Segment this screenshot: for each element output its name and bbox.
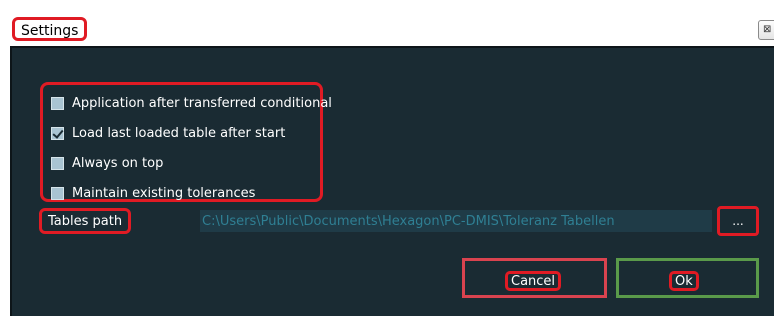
option-always-on-top[interactable]: Always on top (51, 153, 163, 173)
tables-path-input[interactable] (200, 210, 712, 232)
browse-button[interactable]: ... (717, 206, 759, 236)
tables-path-label: Tables path (39, 208, 132, 234)
options-group: Application after transferred conditiona… (40, 82, 332, 203)
title-bar: Settings ⊠ (0, 0, 774, 46)
option-label: Load last loaded table after start (72, 125, 286, 141)
option-maintain-tolerances[interactable]: Maintain existing tolerances (51, 183, 255, 203)
ok-button-label: Ok (669, 271, 699, 291)
option-label: Maintain existing tolerances (72, 185, 256, 201)
checkbox-application-after-transfer[interactable] (51, 96, 64, 110)
option-application-after-transfer[interactable]: Application after transferred conditiona… (51, 93, 332, 113)
window-title: Settings (12, 17, 88, 41)
option-load-last-table[interactable]: Load last loaded table after start (51, 123, 285, 143)
checkbox-maintain-tolerances[interactable] (51, 186, 64, 200)
close-icon[interactable]: ⊠ (758, 20, 774, 40)
ok-button[interactable]: Ok (616, 258, 759, 298)
cancel-button[interactable]: Cancel (462, 258, 607, 298)
option-label: Always on top (72, 155, 164, 171)
checkbox-always-on-top[interactable] (51, 156, 64, 170)
dialog-body: Application after transferred conditiona… (10, 46, 774, 316)
cancel-button-label: Cancel (505, 271, 562, 291)
settings-dialog: Settings ⊠ Application after transferred… (0, 0, 774, 318)
checkbox-load-last-table[interactable] (51, 126, 64, 140)
option-label: Application after transferred conditiona… (72, 95, 332, 111)
